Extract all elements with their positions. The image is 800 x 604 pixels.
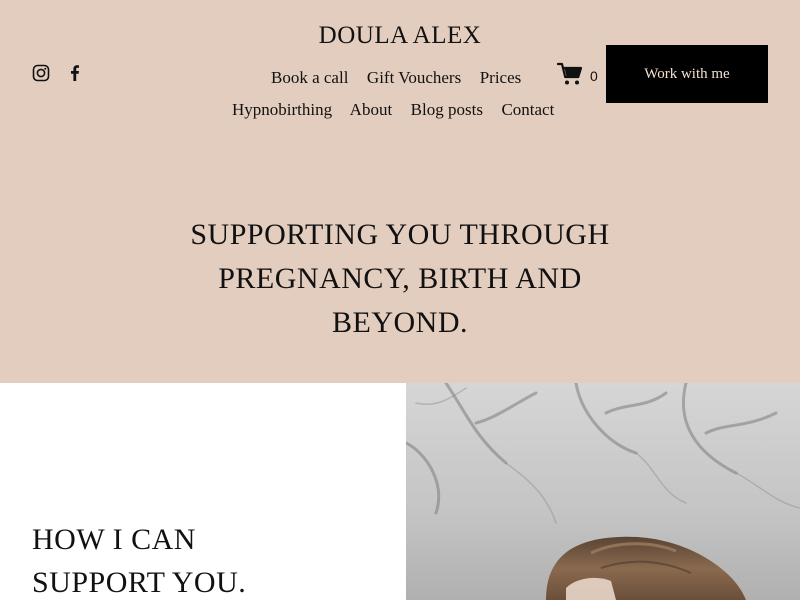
support-section: HOW I CAN SUPPORT YOU. bbox=[0, 383, 800, 600]
nav-hypnobirthing[interactable]: Hypnobirthing bbox=[232, 100, 332, 119]
hero-heading-line-1: SUPPORTING YOU THROUGH bbox=[190, 218, 610, 251]
shopping-cart-icon bbox=[557, 62, 583, 85]
support-heading-line-2: SUPPORT YOU. bbox=[32, 566, 247, 599]
support-heading-line-1: HOW I CAN bbox=[32, 523, 196, 556]
nav-gift-vouchers[interactable]: Gift Vouchers bbox=[367, 68, 461, 87]
cart-link[interactable]: 0 bbox=[557, 62, 598, 86]
nav-about[interactable]: About bbox=[350, 100, 393, 119]
nav-contact[interactable]: Contact bbox=[501, 100, 554, 119]
hero-heading: SUPPORTING YOU THROUGH PREGNANCY, BIRTH … bbox=[0, 213, 800, 345]
work-with-me-button[interactable]: Work with me bbox=[606, 45, 768, 103]
doula-portrait-photo bbox=[406, 383, 800, 600]
nav-book-a-call[interactable]: Book a call bbox=[271, 68, 348, 87]
hero-heading-line-3: BEYOND. bbox=[332, 306, 468, 339]
nav-blog-posts[interactable]: Blog posts bbox=[411, 100, 483, 119]
instagram-icon[interactable] bbox=[32, 64, 50, 82]
nav-prices[interactable]: Prices bbox=[480, 68, 522, 87]
facebook-icon[interactable] bbox=[66, 64, 84, 82]
hero-heading-line-2: PREGNANCY, BIRTH AND bbox=[218, 262, 582, 295]
support-heading: HOW I CAN SUPPORT YOU. bbox=[32, 518, 246, 604]
social-links bbox=[32, 64, 84, 82]
header-hero-section: DOULA ALEX Book a call Gift Vouchers Pri… bbox=[0, 0, 800, 383]
cart-count: 0 bbox=[590, 67, 598, 84]
portrait-illustration bbox=[406, 383, 800, 600]
